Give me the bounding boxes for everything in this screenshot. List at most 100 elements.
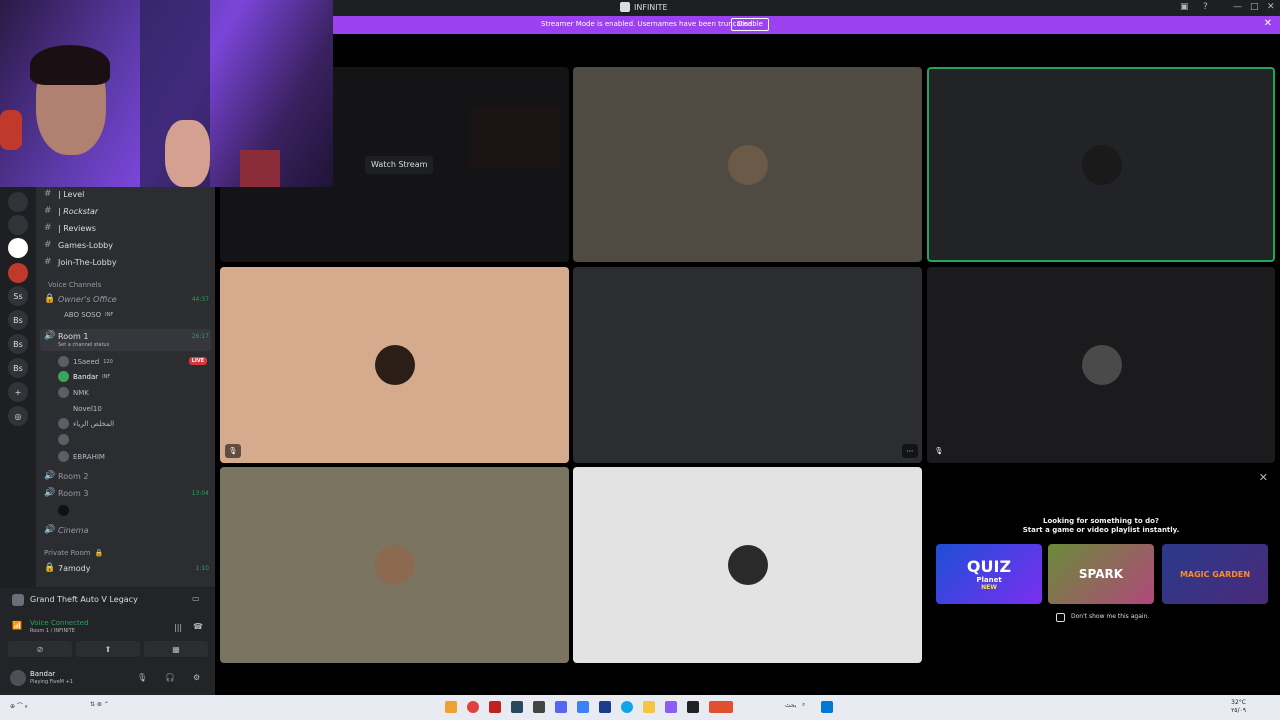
dont-show-checkbox[interactable] — [1056, 613, 1065, 622]
app-icon[interactable] — [577, 701, 589, 713]
file-explorer-icon[interactable] — [643, 701, 655, 713]
voice-member[interactable] — [58, 434, 73, 445]
promo-subheading: Start a game or video playlist instantly… — [1022, 526, 1180, 534]
participant-tile[interactable]: 🎙 — [220, 267, 569, 463]
avatar — [58, 356, 69, 367]
voice-category[interactable]: Voice Channels — [48, 281, 101, 289]
avatar — [58, 403, 69, 414]
participant-tile[interactable] — [220, 467, 569, 663]
channel-cinema[interactable]: 🔊 Cinema — [44, 525, 89, 535]
avatar[interactable] — [10, 670, 26, 686]
private-room-category[interactable]: Private Room 🔒 — [44, 549, 103, 557]
server-bs[interactable]: Bs — [8, 358, 28, 378]
participant-tile[interactable]: 🎙 — [927, 267, 1275, 463]
channel-7amody[interactable]: 🔒 7amody — [44, 563, 91, 573]
activities-button[interactable]: ▦ — [144, 641, 208, 657]
windows-start-icon[interactable] — [821, 701, 833, 713]
channel-games-lobby[interactable]: # Games-Lobby — [44, 240, 113, 250]
channel-room-2[interactable]: 🔊 Room 2 — [44, 471, 88, 481]
app-icon[interactable] — [533, 701, 545, 713]
noise-suppression-icon[interactable]: ||| — [174, 623, 182, 632]
app-icon[interactable] — [489, 701, 501, 713]
app-icon[interactable] — [599, 701, 611, 713]
voice-member[interactable]: 1Saeed 120 — [58, 356, 113, 367]
participant-tile[interactable] — [573, 467, 922, 663]
discord-logo-icon — [620, 2, 630, 12]
game-card-magic-garden[interactable]: MAGIC GARDEN — [1162, 544, 1268, 604]
camera-button[interactable]: ⊘ — [8, 641, 72, 657]
hash-icon: # — [44, 206, 52, 216]
voice-member[interactable]: EBRAHIM — [58, 451, 105, 462]
username: Bandar — [30, 670, 56, 678]
channel-status[interactable]: Set a channel status — [58, 342, 109, 348]
avatar — [728, 545, 768, 585]
participant-tile[interactable] — [573, 67, 922, 262]
signal-icon[interactable]: 📶 — [12, 621, 22, 630]
channel-room-3[interactable]: 🔊 Room 3 — [44, 488, 88, 498]
game-card-spark[interactable]: SPARK — [1048, 544, 1154, 604]
channel-join-the-lobby[interactable]: # Join-The-Lobby — [44, 257, 117, 267]
screen-share-button[interactable]: ⬆ — [76, 641, 140, 657]
voice-member[interactable]: ABO SOSO INF — [64, 311, 113, 319]
app-icon[interactable] — [445, 701, 457, 713]
server-icon[interactable] — [8, 192, 28, 212]
disconnect-icon[interactable]: ☎ — [193, 622, 203, 631]
headphones-icon[interactable]: 🎧 — [165, 673, 175, 682]
microphone-icon[interactable]: 🎙 — [137, 673, 147, 682]
discover-icon[interactable]: ◎ — [8, 406, 28, 426]
server-ss[interactable]: Ss — [8, 286, 28, 306]
clock[interactable]: 32°C ٢٥/٠٩ — [1231, 699, 1246, 715]
settings-gear-icon[interactable]: ⚙ — [193, 673, 200, 682]
inbox-icon[interactable]: ▣ — [1180, 2, 1189, 12]
help-icon[interactable]: ? — [1203, 2, 1208, 12]
overlay-icon[interactable]: ▭ — [192, 594, 200, 603]
edge-icon[interactable] — [621, 701, 633, 713]
steam-icon[interactable] — [511, 701, 523, 713]
channel-room-1[interactable]: 🔊 Room 1 — [44, 331, 88, 341]
maximize-button[interactable]: □ — [1250, 2, 1259, 12]
channel-owners-office[interactable]: 🔒 Owner's Office — [44, 294, 117, 304]
windows-taskbar: ⊕ ⌒ ء ⇅ ⊛ ⌃ بحث ⌕ 32°C ٢٥/٠٩ — [0, 695, 1280, 720]
game-card-quiz[interactable]: QUIZ Planet NEW — [936, 544, 1042, 604]
voice-member[interactable]: المخلص الرياء — [58, 418, 114, 429]
speaker-icon: 🔊 — [44, 471, 56, 481]
chrome-icon[interactable] — [467, 701, 479, 713]
minimize-button[interactable]: — — [1233, 2, 1242, 12]
close-banner-icon[interactable]: ✕ — [1264, 18, 1272, 29]
voice-member[interactable]: NMK — [58, 387, 89, 398]
participant-tile-speaking[interactable] — [927, 67, 1275, 262]
channel-reviews[interactable]: # | Reviews — [44, 223, 96, 233]
discord-taskbar-icon[interactable] — [555, 701, 567, 713]
close-window-button[interactable]: ✕ — [1267, 2, 1275, 12]
discord-window: INFINITE ▣ ? — □ ✕ Streamer Mode is enab… — [0, 0, 1280, 720]
add-server-icon[interactable]: + — [8, 382, 28, 402]
voice-member[interactable] — [58, 505, 69, 516]
network-icon[interactable]: ⇅ ⊛ ⌃ — [90, 701, 109, 708]
avatar — [58, 418, 69, 429]
speaker-icon: 🔊 — [44, 488, 56, 498]
app-icon[interactable] — [687, 701, 699, 713]
voice-member[interactable]: Bandar INF — [58, 371, 110, 382]
participant-tile[interactable]: ⋯ — [573, 267, 922, 463]
taskbar-search[interactable]: بحث — [785, 702, 796, 709]
server-icon[interactable] — [8, 263, 28, 283]
search-icon[interactable]: ⌕ — [802, 701, 805, 709]
app-icon[interactable] — [665, 701, 677, 713]
server-icon[interactable] — [8, 215, 28, 235]
channel-level[interactable]: # | Level — [44, 189, 84, 199]
avatar — [58, 387, 69, 398]
server-icon[interactable] — [8, 238, 28, 258]
server-bs[interactable]: Bs — [8, 334, 28, 354]
tray-icons[interactable]: ⊕ ⌒ ء — [10, 701, 28, 710]
channel-rockstar[interactable]: # | Rockstar — [44, 206, 98, 216]
voice-room-label[interactable]: Room 1 / INFINITE — [30, 628, 75, 634]
avatar — [1082, 345, 1122, 385]
muted-icon: 🎙 — [225, 444, 241, 458]
disable-streamer-mode-button[interactable]: Disable — [731, 18, 769, 31]
watch-stream-button[interactable]: Watch Stream — [365, 156, 434, 174]
search-widget-icon[interactable] — [709, 701, 733, 713]
server-bs[interactable]: Bs — [8, 310, 28, 330]
more-options-icon[interactable]: ⋯ — [902, 444, 918, 458]
close-promo-icon[interactable]: ✕ — [1259, 471, 1268, 484]
voice-member[interactable]: Novel10 — [58, 403, 102, 414]
